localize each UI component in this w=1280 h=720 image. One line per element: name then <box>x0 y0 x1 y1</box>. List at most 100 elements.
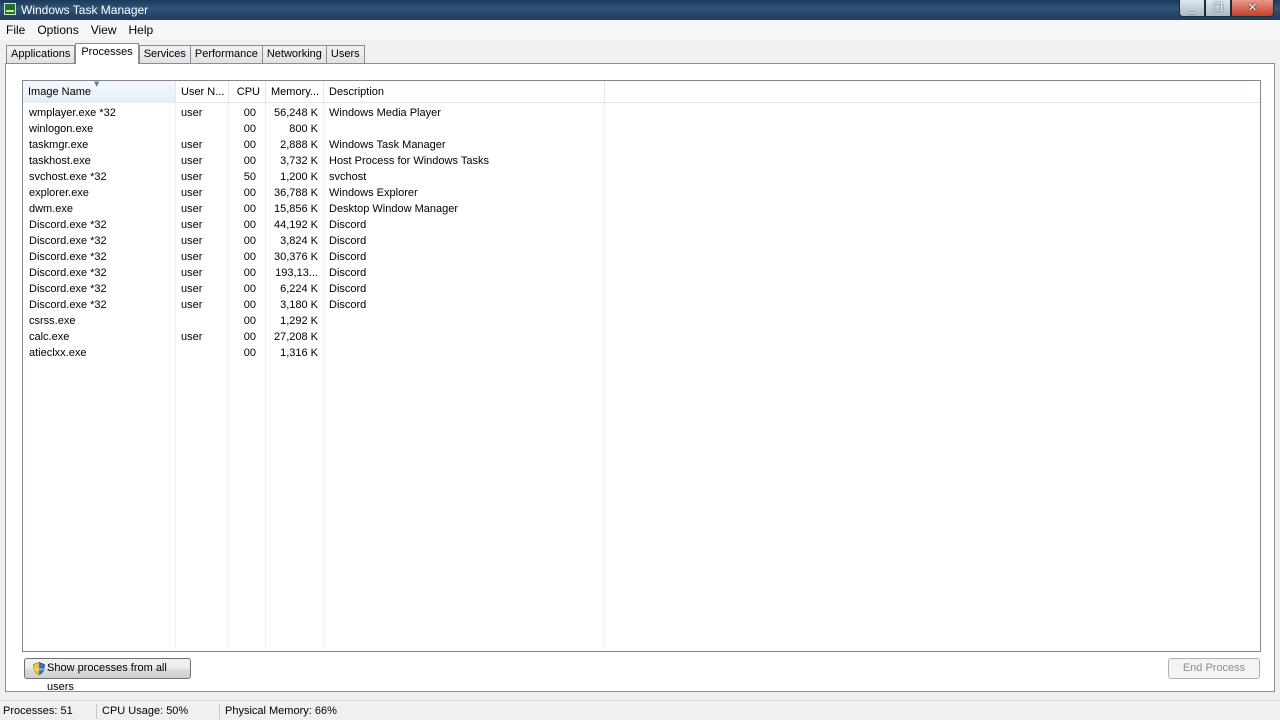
process-memory-cell: 193,13... <box>275 267 318 279</box>
process-user-cell: user <box>181 171 203 183</box>
process-cpu-cell: 00 <box>243 331 256 343</box>
process-memory-cell: 56,248 K <box>273 107 318 119</box>
menu-file[interactable]: File <box>0 20 31 40</box>
process-user-cell: user <box>181 331 203 343</box>
menu-options[interactable]: Options <box>31 20 84 40</box>
table-row[interactable]: calc.exe user 00 27,208 K <box>23 329 1260 345</box>
process-cpu-cell: 00 <box>243 315 256 327</box>
column-memory[interactable]: Memory... <box>266 81 324 103</box>
process-memory-cell: 30,376 K <box>273 251 318 263</box>
table-row[interactable]: taskmgr.exe user 00 2,888 K Windows Task Man… <box>23 137 1260 153</box>
minimize-button[interactable]: _ <box>1179 0 1205 17</box>
process-cpu-cell: 00 <box>243 235 256 247</box>
process-name-cell: Discord.exe *32 <box>29 283 107 295</box>
process-name-cell: svchost.exe *32 <box>29 171 107 183</box>
table-row[interactable]: Discord.exe *32 user 00 3,180 K Discord <box>23 297 1260 313</box>
process-cpu-cell: 00 <box>243 139 256 151</box>
process-user-cell <box>181 345 227 361</box>
status-bar: Processes: 51 CPU Usage: 50% Physical Me… <box>0 700 1280 720</box>
end-process-button[interactable]: End Process <box>1168 658 1260 679</box>
table-row[interactable]: csrss.exe 00 1,292 K <box>23 313 1260 329</box>
column-cpu-label: CPU <box>236 86 260 98</box>
tab-performance[interactable]: Performance <box>189 45 263 64</box>
process-user-cell: user <box>181 139 203 151</box>
menu-bar: File Options View Help <box>0 20 1280 40</box>
process-description-cell: Discord <box>329 251 367 263</box>
process-memory-cell: 3,180 K <box>280 299 318 311</box>
uac-shield-icon <box>33 662 45 675</box>
process-user-cell: user <box>181 155 203 167</box>
process-user-cell: user <box>181 187 203 199</box>
table-row[interactable]: dwm.exe user 00 15,856 K Desktop Window Mana… <box>23 201 1260 217</box>
table-row[interactable]: explorer.exe user 00 36,788 K Windows Explor… <box>23 185 1260 201</box>
close-button[interactable]: ✕ <box>1231 0 1274 17</box>
table-row[interactable]: winlogon.exe 00 800 K <box>23 121 1260 137</box>
window-title: Windows Task Manager <box>21 3 149 17</box>
process-cpu-cell: 50 <box>243 171 256 183</box>
table-row[interactable]: atieclxx.exe 00 1,316 K <box>23 345 1260 361</box>
process-memory-cell: 15,856 K <box>273 203 318 215</box>
process-name-cell: dwm.exe <box>29 203 74 215</box>
menu-view[interactable]: View <box>85 20 123 40</box>
process-memory-cell: 800 K <box>289 123 318 135</box>
process-memory-cell: 3,824 K <box>280 235 318 247</box>
process-memory-cell: 3,732 K <box>280 155 318 167</box>
tab-processes[interactable]: Processes <box>75 43 139 64</box>
process-description-cell <box>329 329 603 345</box>
process-description-cell: Discord <box>329 267 367 279</box>
process-user-cell: user <box>181 235 203 247</box>
table-row[interactable]: Discord.exe *32 user 00 6,224 K Discord <box>23 281 1260 297</box>
table-row[interactable]: Discord.exe *32 user 00 193,13... Discord <box>23 265 1260 281</box>
tab-services[interactable]: Services <box>138 45 191 64</box>
tab-strip: Applications Processes Services Performa… <box>6 43 365 64</box>
show-all-processes-button[interactable]: Show processes from all users <box>24 658 191 693</box>
maximize-button[interactable]: ❐ <box>1205 0 1231 17</box>
menu-help[interactable]: Help <box>123 20 160 40</box>
process-cpu-cell: 00 <box>243 187 256 199</box>
process-name-cell: csrss.exe <box>29 315 76 327</box>
process-cpu-cell: 00 <box>243 347 256 359</box>
table-row[interactable]: Discord.exe *32 user 00 44,192 K Discord <box>23 217 1260 233</box>
table-row[interactable]: Discord.exe *32 user 00 3,824 K Discord <box>23 233 1260 249</box>
process-name-cell: taskmgr.exe <box>29 139 89 151</box>
table-row[interactable]: svchost.exe *32 user 50 1,200 K svchost <box>23 169 1260 185</box>
process-name-cell: calc.exe <box>29 331 70 343</box>
process-description-cell: Discord <box>329 219 367 231</box>
process-cpu-cell: 00 <box>243 251 256 263</box>
process-name-cell: Discord.exe *32 <box>29 251 107 263</box>
column-cpu[interactable]: CPU <box>229 81 266 103</box>
tab-applications[interactable]: Applications <box>6 45 76 64</box>
process-description-cell <box>329 345 603 361</box>
minimize-icon: _ <box>1189 1 1195 14</box>
process-description-cell: Discord <box>329 235 367 247</box>
restore-icon: ❐ <box>1213 1 1223 14</box>
column-description[interactable]: Description <box>324 81 605 103</box>
process-description-cell: Windows Explorer <box>329 187 418 199</box>
process-user-cell: user <box>181 107 203 119</box>
column-image-name-label: Image Name <box>28 86 91 98</box>
process-cpu-cell: 00 <box>243 267 256 279</box>
task-manager-icon <box>4 3 16 15</box>
close-icon: ✕ <box>1247 1 1258 14</box>
status-divider <box>219 704 220 719</box>
table-row[interactable]: taskhost.exe user 00 3,732 K Host Process fo… <box>23 153 1260 169</box>
process-user-cell <box>181 313 227 329</box>
table-row[interactable]: Discord.exe *32 user 00 30,376 K Discord <box>23 249 1260 265</box>
process-name-cell: taskhost.exe <box>29 155 91 167</box>
tab-networking[interactable]: Networking <box>261 45 327 64</box>
column-memory-label: Memory... <box>271 86 320 98</box>
table-row[interactable]: wmplayer.exe *32 user 00 56,248 K Windows Me… <box>23 105 1260 121</box>
column-user-name[interactable]: User N... <box>176 81 229 103</box>
process-description-cell <box>329 121 603 137</box>
column-image-name[interactable]: ▼ Image Name <box>23 81 176 103</box>
process-user-cell <box>181 121 227 137</box>
process-memory-cell: 1,200 K <box>280 171 318 183</box>
process-list[interactable]: ▼ Image Name User N... CPU Memory... Des… <box>22 80 1261 652</box>
column-description-label: Description <box>329 86 385 98</box>
process-cpu-cell: 00 <box>243 283 256 295</box>
process-description-cell: Discord <box>329 299 367 311</box>
process-user-cell: user <box>181 251 203 263</box>
process-user-cell: user <box>181 203 203 215</box>
tab-users[interactable]: Users <box>325 45 365 64</box>
status-processes: Processes: 51 <box>3 705 73 717</box>
